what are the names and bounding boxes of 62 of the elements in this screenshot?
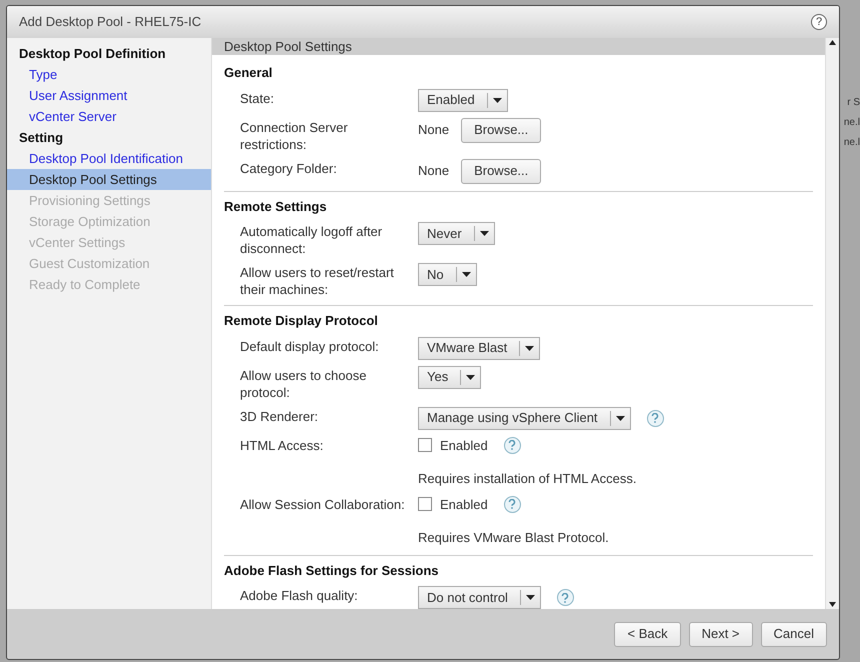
field-label: Category Folder: xyxy=(240,160,338,176)
checkbox[interactable] xyxy=(418,497,432,512)
field-label: Connection Server restrictions: xyxy=(240,118,349,152)
value-text: None xyxy=(418,121,450,140)
help-icon[interactable] xyxy=(556,589,574,606)
scrollbar[interactable] xyxy=(825,38,839,609)
dropdown[interactable]: Yes xyxy=(418,366,482,388)
caret-icon xyxy=(525,346,534,350)
panel-header: Desktop Pool Settings xyxy=(212,38,825,55)
dropdown[interactable]: Enabled xyxy=(418,88,508,112)
sidebar-item[interactable]: User Assignment xyxy=(7,85,211,106)
background-text: r S xyxy=(847,97,860,109)
field-label: HTML Access: xyxy=(240,436,324,454)
note-text: Requires installation of HTML Access. xyxy=(418,470,636,488)
section-heading: Adobe Flash Settings for Sessions xyxy=(224,562,440,580)
field-label: Default display protocol: xyxy=(240,338,380,354)
sidebar-item[interactable]: Desktop Pool Settings xyxy=(7,169,211,190)
browse-button[interactable]: Browse... xyxy=(461,158,542,184)
sidebar-heading: Setting xyxy=(18,128,64,147)
note-text: Requires VMware Blast Protocol. xyxy=(418,529,609,547)
help-button[interactable]: ? xyxy=(811,14,827,30)
dropdown[interactable]: Do not control xyxy=(418,586,541,609)
section-heading: Remote Settings xyxy=(224,198,328,216)
section-heading: Remote Display Protocol xyxy=(224,312,379,330)
dropdown[interactable]: VMware Blast xyxy=(418,336,540,360)
field-label: Automatically logoff after disconnect: xyxy=(240,223,384,257)
checkbox-label: Enabled xyxy=(440,496,488,514)
caret-icon xyxy=(466,374,476,380)
caret-icon xyxy=(526,595,535,600)
browse-button[interactable]: Browse... xyxy=(461,118,542,142)
caret-icon xyxy=(616,416,625,420)
sidebar-item[interactable]: vCenter Server xyxy=(7,106,211,127)
dropdown[interactable]: Never xyxy=(418,222,495,245)
field-label: State: xyxy=(240,90,275,106)
help-icon[interactable] xyxy=(504,436,521,454)
background-text: ne.l xyxy=(844,117,860,129)
dropdown[interactable]: No xyxy=(418,263,477,286)
caret-icon xyxy=(480,231,489,236)
footer-button[interactable]: < Back xyxy=(614,622,681,646)
scroll-down-icon[interactable] xyxy=(829,602,836,607)
sidebar-item[interactable]: Type xyxy=(7,64,211,85)
section-heading: General xyxy=(224,64,274,82)
footer-button[interactable]: Cancel xyxy=(760,622,827,646)
checkbox[interactable] xyxy=(418,438,432,452)
sidebar-heading: Desktop Pool Definition xyxy=(18,44,167,63)
dropdown[interactable]: Manage using vSphere Client xyxy=(418,406,631,430)
field-label: 3D Renderer: xyxy=(240,408,320,424)
background-text: ne.l xyxy=(844,137,860,149)
scroll-up-icon[interactable] xyxy=(829,40,836,45)
sidebar-item[interactable]: Desktop Pool Identification xyxy=(7,148,211,169)
field-label: Adobe Flash quality: xyxy=(240,587,359,604)
caret-icon xyxy=(462,272,471,277)
checkbox-label: Enabled xyxy=(440,436,488,454)
help-icon[interactable] xyxy=(504,496,521,513)
field-label: Allow Session Collaboration: xyxy=(240,496,406,512)
caret-icon xyxy=(492,98,502,102)
field-label: Allow users to reset/restart their machines: xyxy=(240,264,395,298)
help-icon[interactable] xyxy=(646,410,664,426)
field-label: Allow users to choose protocol: xyxy=(240,366,368,400)
window-title: Add Desktop Pool - RHEL75-IC xyxy=(19,13,202,32)
footer-button[interactable]: Next > xyxy=(688,622,753,646)
value-text: None xyxy=(418,162,450,180)
